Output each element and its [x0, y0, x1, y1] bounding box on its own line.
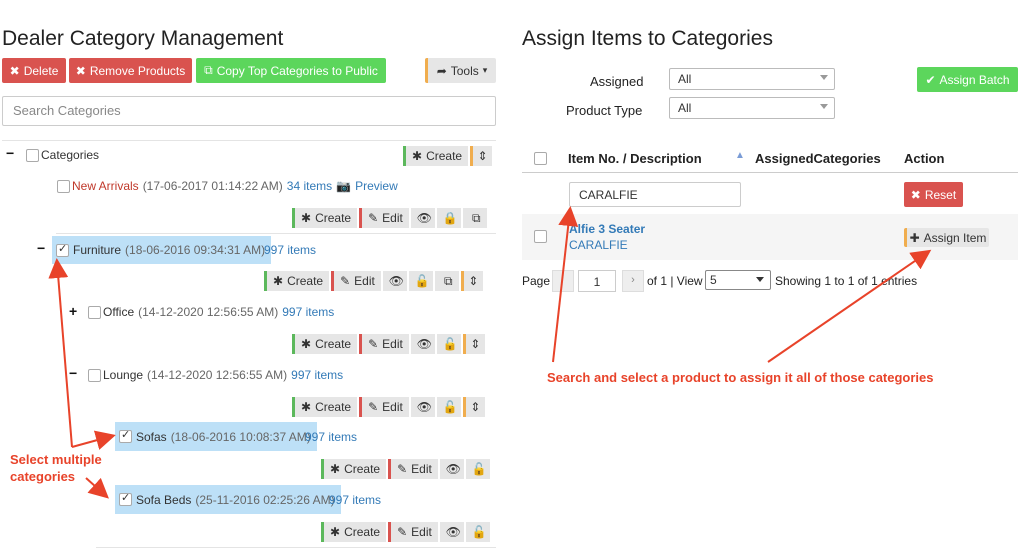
annotation-arrows [48, 206, 932, 499]
arrow-to-sofas [71, 430, 116, 450]
arrow-to-furniture [48, 258, 73, 448]
arrow-to-assign-item [767, 249, 932, 363]
arrow-to-filter-input [552, 206, 579, 363]
arrow-to-sofa-beds [85, 477, 109, 499]
